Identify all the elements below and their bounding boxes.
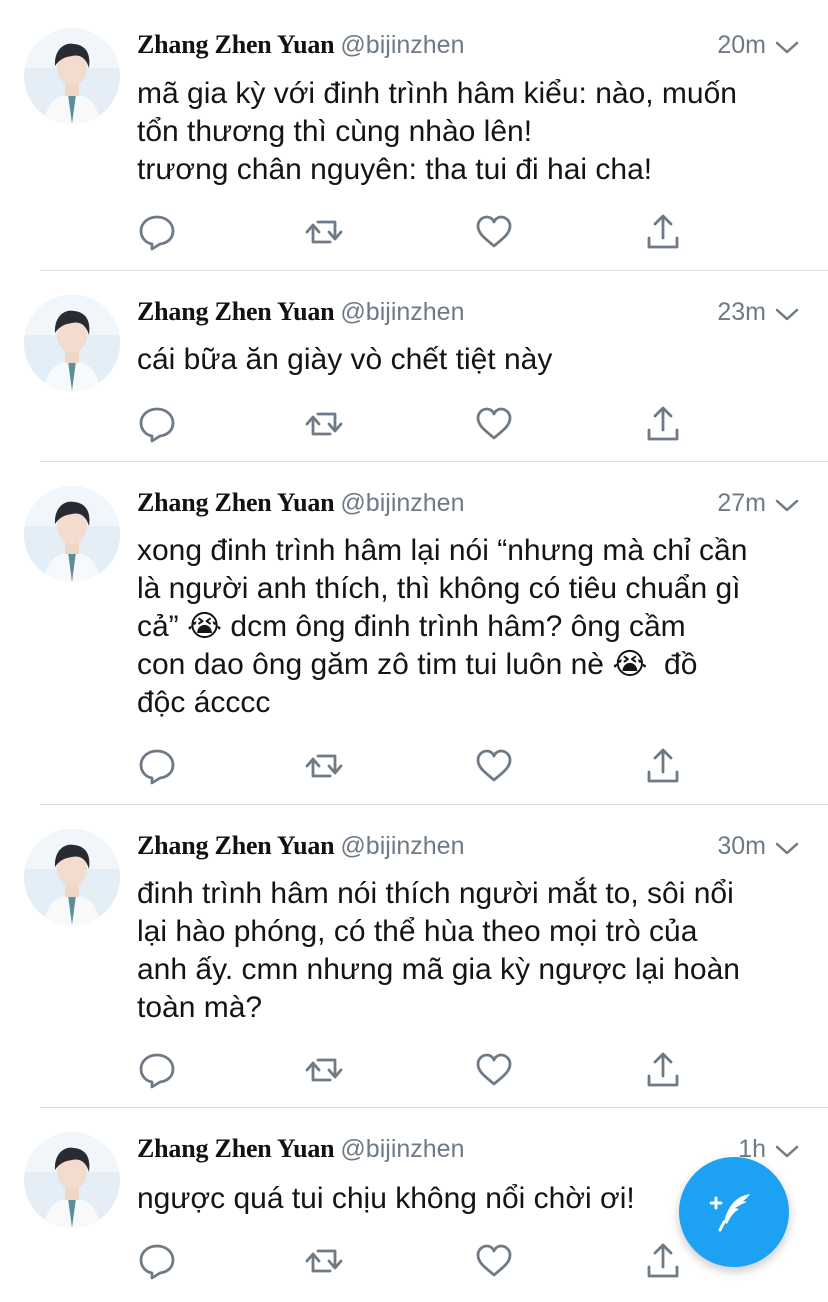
share-icon[interactable] <box>643 1050 683 1090</box>
retweet-icon[interactable] <box>304 746 344 786</box>
timestamp: 27m <box>717 489 766 517</box>
compose-tweet-icon <box>709 1194 750 1232</box>
display-name[interactable]: Zhang Zhen Yuan <box>137 30 335 59</box>
user-handle[interactable]: @bijinzhen <box>340 832 464 860</box>
display-name[interactable]: Zhang Zhen Yuan <box>137 488 335 517</box>
reply-icon[interactable] <box>137 1241 177 1281</box>
user-handle[interactable]: @bijinzhen <box>340 31 464 59</box>
avatar[interactable] <box>24 486 120 582</box>
heart-icon[interactable] <box>474 1050 514 1090</box>
chevron-down-icon[interactable] <box>774 837 800 855</box>
heart-icon[interactable] <box>474 1241 514 1281</box>
tweet[interactable]: Zhang Zhen Yuan @bijinzhen 30m đinh trình… <box>0 805 828 1107</box>
tweet-header: Zhang Zhen Yuan @bijinzhen 27m <box>137 486 800 520</box>
avatar[interactable] <box>24 295 120 391</box>
tweet-header: Zhang Zhen Yuan @bijinzhen 20m <box>137 28 800 62</box>
reply-icon[interactable] <box>137 746 177 786</box>
crying-face-emoji: 😭 <box>187 609 223 644</box>
heart-icon[interactable] <box>474 212 514 252</box>
share-icon[interactable] <box>643 746 683 786</box>
display-name[interactable]: Zhang Zhen Yuan <box>137 1134 335 1163</box>
retweet-icon[interactable] <box>304 1241 344 1281</box>
crying-face-emoji: 😭 <box>612 647 648 682</box>
reply-icon[interactable] <box>137 212 177 252</box>
tweet[interactable]: Zhang Zhen Yuan @bijinzhen 20m mã gia kỳ … <box>0 0 828 270</box>
avatar[interactable] <box>24 1132 120 1228</box>
display-name[interactable]: Zhang Zhen Yuan <box>137 297 335 326</box>
tweet-actions <box>137 212 697 252</box>
tweet-actions <box>137 746 697 786</box>
compose-tweet-button[interactable] <box>679 1157 789 1267</box>
share-icon[interactable] <box>643 1241 683 1281</box>
chevron-down-icon[interactable] <box>774 494 800 512</box>
retweet-icon[interactable] <box>304 404 344 444</box>
user-handle[interactable]: @bijinzhen <box>340 1135 464 1163</box>
timestamp: 23m <box>717 298 766 326</box>
chevron-down-icon[interactable] <box>774 36 800 54</box>
heart-icon[interactable] <box>474 746 514 786</box>
tweet-actions <box>137 1241 697 1281</box>
share-icon[interactable] <box>643 212 683 252</box>
tweet-header: Zhang Zhen Yuan @bijinzhen 23m <box>137 295 800 329</box>
tweet-header: Zhang Zhen Yuan @bijinzhen 30m <box>137 829 800 863</box>
tweet-text: cái bữa ăn giày vò chết tiệt này <box>137 343 553 376</box>
chevron-down-icon[interactable] <box>774 303 800 321</box>
retweet-icon[interactable] <box>304 1050 344 1090</box>
reply-icon[interactable] <box>137 1050 177 1090</box>
chevron-down-icon[interactable] <box>774 1140 800 1158</box>
user-handle[interactable]: @bijinzhen <box>340 298 464 326</box>
tweet-actions <box>137 1050 697 1090</box>
timestamp: 20m <box>717 31 766 59</box>
tweet-actions <box>137 404 697 444</box>
share-icon[interactable] <box>643 404 683 444</box>
heart-icon[interactable] <box>474 404 514 444</box>
tweet[interactable]: Zhang Zhen Yuan @bijinzhen 23m cái bữa ăn… <box>0 271 828 461</box>
tweet[interactable]: Zhang Zhen Yuan @bijinzhen 27m xong đinh … <box>0 462 828 804</box>
user-handle[interactable]: @bijinzhen <box>340 489 464 517</box>
tweet-text: xong đinh trình hâm lại nói “nhưng mà ch… <box>137 532 797 722</box>
tweet-header: Zhang Zhen Yuan @bijinzhen 1h <box>137 1132 800 1166</box>
tweet-text: đinh trình hâm nói thích người mắt to, s… <box>137 877 740 1024</box>
display-name[interactable]: Zhang Zhen Yuan <box>137 831 335 860</box>
tweet-text: mã gia kỳ với đinh trình hâm kiểu: nào, … <box>137 77 737 186</box>
avatar[interactable] <box>24 829 120 925</box>
reply-icon[interactable] <box>137 404 177 444</box>
retweet-icon[interactable] <box>304 212 344 252</box>
timestamp: 30m <box>717 832 766 860</box>
avatar[interactable] <box>24 28 120 124</box>
